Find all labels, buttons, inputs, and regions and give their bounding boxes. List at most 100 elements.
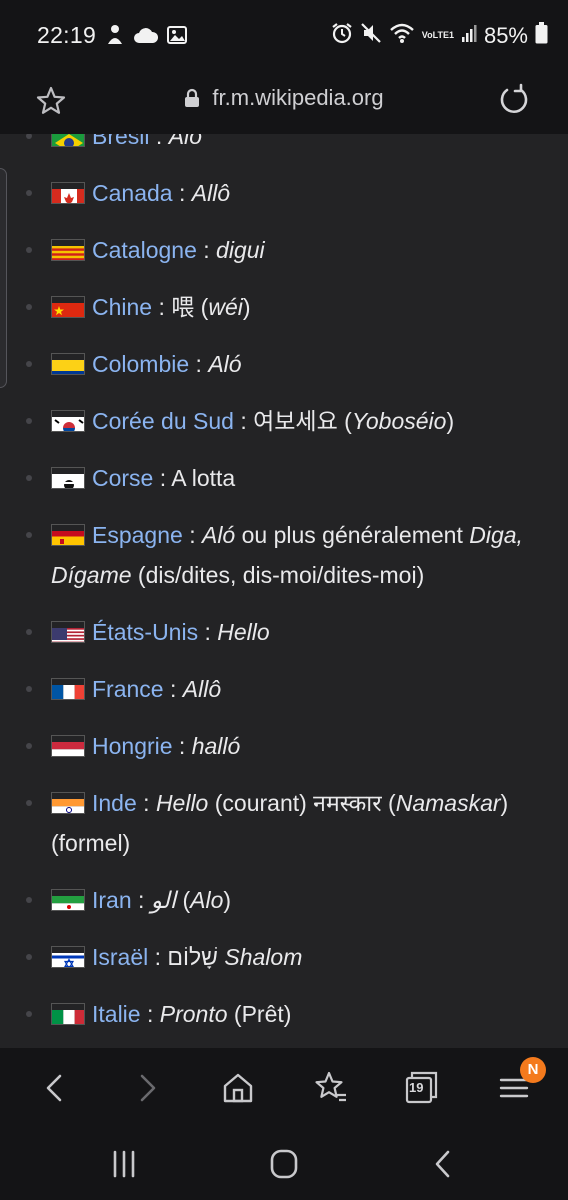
greeting-word: Alô [168, 134, 202, 149]
greeting-text: : [131, 887, 151, 913]
greeting-text: (dis/dites, dis-moi/dites-moi) [131, 562, 425, 588]
country-link[interactable]: Catalogne [92, 237, 197, 263]
country-link[interactable]: France [92, 676, 164, 702]
bullet-marker [26, 475, 32, 481]
notification-badge: N [520, 1057, 546, 1083]
greeting-text: : [149, 134, 169, 149]
country-link[interactable]: Inde [92, 790, 137, 816]
country-list: Brésil : Alô Canada : Allô Catalogne : dig… [0, 134, 568, 1048]
greeting-word: Hello [217, 619, 270, 645]
back-button[interactable] [36, 1068, 76, 1108]
bullet-marker [26, 532, 32, 538]
bullet-marker [26, 954, 32, 960]
reload-button[interactable] [496, 82, 532, 118]
greeting-text: : A lotta [153, 465, 236, 491]
country-link[interactable]: Corée du Sud [92, 408, 234, 434]
volte-icon: VoLTE1 [422, 31, 454, 40]
greeting-word: wéi [208, 294, 243, 320]
flag-india-icon [51, 792, 85, 814]
list-item: Espagne : Aló ou plus généralement Diga,… [0, 515, 568, 595]
greeting-word: Pronto [159, 1001, 228, 1027]
notification-app-icon [105, 24, 125, 51]
flag-colombia-icon [51, 353, 85, 375]
bookmarks-button[interactable] [310, 1068, 350, 1108]
list-item: Chine : 喂 (wéi) [0, 287, 568, 327]
signal-icon [461, 23, 477, 48]
flag-hungary-icon [51, 735, 85, 757]
greeting-text: ) [223, 887, 232, 913]
greeting-word: Namaskar [395, 790, 501, 816]
greeting-word: Hello [155, 790, 209, 816]
greeting-text: : [196, 237, 217, 263]
home-circle-icon [270, 1149, 298, 1179]
menu-button[interactable]: N [494, 1057, 546, 1108]
greeting-text: : [189, 351, 209, 377]
system-navigation-bar [0, 1128, 568, 1200]
forward-button[interactable] [126, 1068, 166, 1108]
country-link[interactable]: Italie [92, 1001, 141, 1027]
greeting-word: Aló [208, 351, 242, 377]
mute-icon [360, 22, 382, 49]
country-link[interactable]: Hongrie [92, 733, 173, 759]
battery-icon [535, 22, 548, 49]
status-bar: 22:19 VoLTE1 85% [0, 0, 568, 70]
bullet-marker [26, 686, 32, 692]
browser-address-bar: fr.m.wikipedia.org [0, 70, 568, 134]
greeting-text: ) [242, 294, 251, 320]
list-item: France : Allô [0, 669, 568, 709]
greeting-text: : [136, 790, 156, 816]
tab-count: 19 [409, 1080, 424, 1095]
bullet-marker [26, 1011, 32, 1017]
country-link[interactable]: Colombie [92, 351, 189, 377]
star-list-icon [315, 1071, 346, 1102]
flag-corsica-icon [51, 467, 85, 489]
greeting-word: digui [216, 237, 265, 263]
country-link[interactable]: Chine [92, 294, 152, 320]
country-link[interactable]: Corse [92, 465, 153, 491]
flag-usa-icon [51, 621, 85, 643]
country-link[interactable]: Canada [92, 180, 173, 206]
country-link[interactable]: Brésil [92, 134, 150, 149]
flag-spain-icon [51, 524, 85, 546]
flag-china-icon [51, 296, 85, 318]
bullet-marker [26, 743, 32, 749]
bullet-marker [26, 800, 32, 806]
image-icon [167, 26, 187, 49]
list-item: États-Unis : Hello [0, 612, 568, 652]
chevron-left-icon [46, 1074, 62, 1102]
list-item: Iran : الو (Alo) [0, 880, 568, 920]
lock-icon [184, 88, 200, 114]
home-nav-button[interactable] [264, 1146, 304, 1182]
alarm-icon [331, 22, 353, 49]
system-back-button[interactable] [424, 1146, 464, 1182]
page-content[interactable]: Brésil : Alô Canada : Allô Catalogne : dig… [0, 134, 568, 1048]
list-item: Corée du Sud : 여보세요 (Yoboséio) [0, 401, 568, 441]
list-item: Hongrie : halló [0, 726, 568, 766]
country-link[interactable]: Espagne [92, 522, 183, 548]
bullet-marker [26, 304, 32, 310]
greeting-text: ou plus généralement [235, 522, 470, 548]
greeting-text: (courant) नमस्कार ( [208, 790, 396, 816]
country-link[interactable]: Iran [92, 887, 132, 913]
greeting-word: Alo [190, 887, 224, 913]
greeting-word: Allô [182, 676, 222, 702]
list-item: Canada : Allô [0, 173, 568, 213]
recent-apps-button[interactable] [104, 1146, 144, 1182]
greeting-text: : [172, 733, 192, 759]
flag-southkorea-icon [51, 410, 85, 432]
list-item: Israël : שָׁלוֹם Shalom [0, 937, 568, 977]
flag-france-icon [51, 678, 85, 700]
reload-icon [500, 83, 528, 113]
country-link[interactable]: États-Unis [92, 619, 198, 645]
greeting-text: : שָׁלוֹם [148, 944, 225, 970]
url-text: fr.m.wikipedia.org [212, 85, 384, 110]
tabs-button[interactable]: 19 [402, 1068, 442, 1108]
greeting-word: Allô [191, 180, 231, 206]
bullet-marker [26, 418, 32, 424]
url-field[interactable]: fr.m.wikipedia.org [0, 85, 568, 114]
greeting-text: : [172, 180, 192, 206]
home-button[interactable] [218, 1068, 258, 1108]
country-link[interactable]: Israël [92, 944, 148, 970]
greeting-text: : [182, 522, 202, 548]
flag-israel-icon [51, 946, 85, 968]
